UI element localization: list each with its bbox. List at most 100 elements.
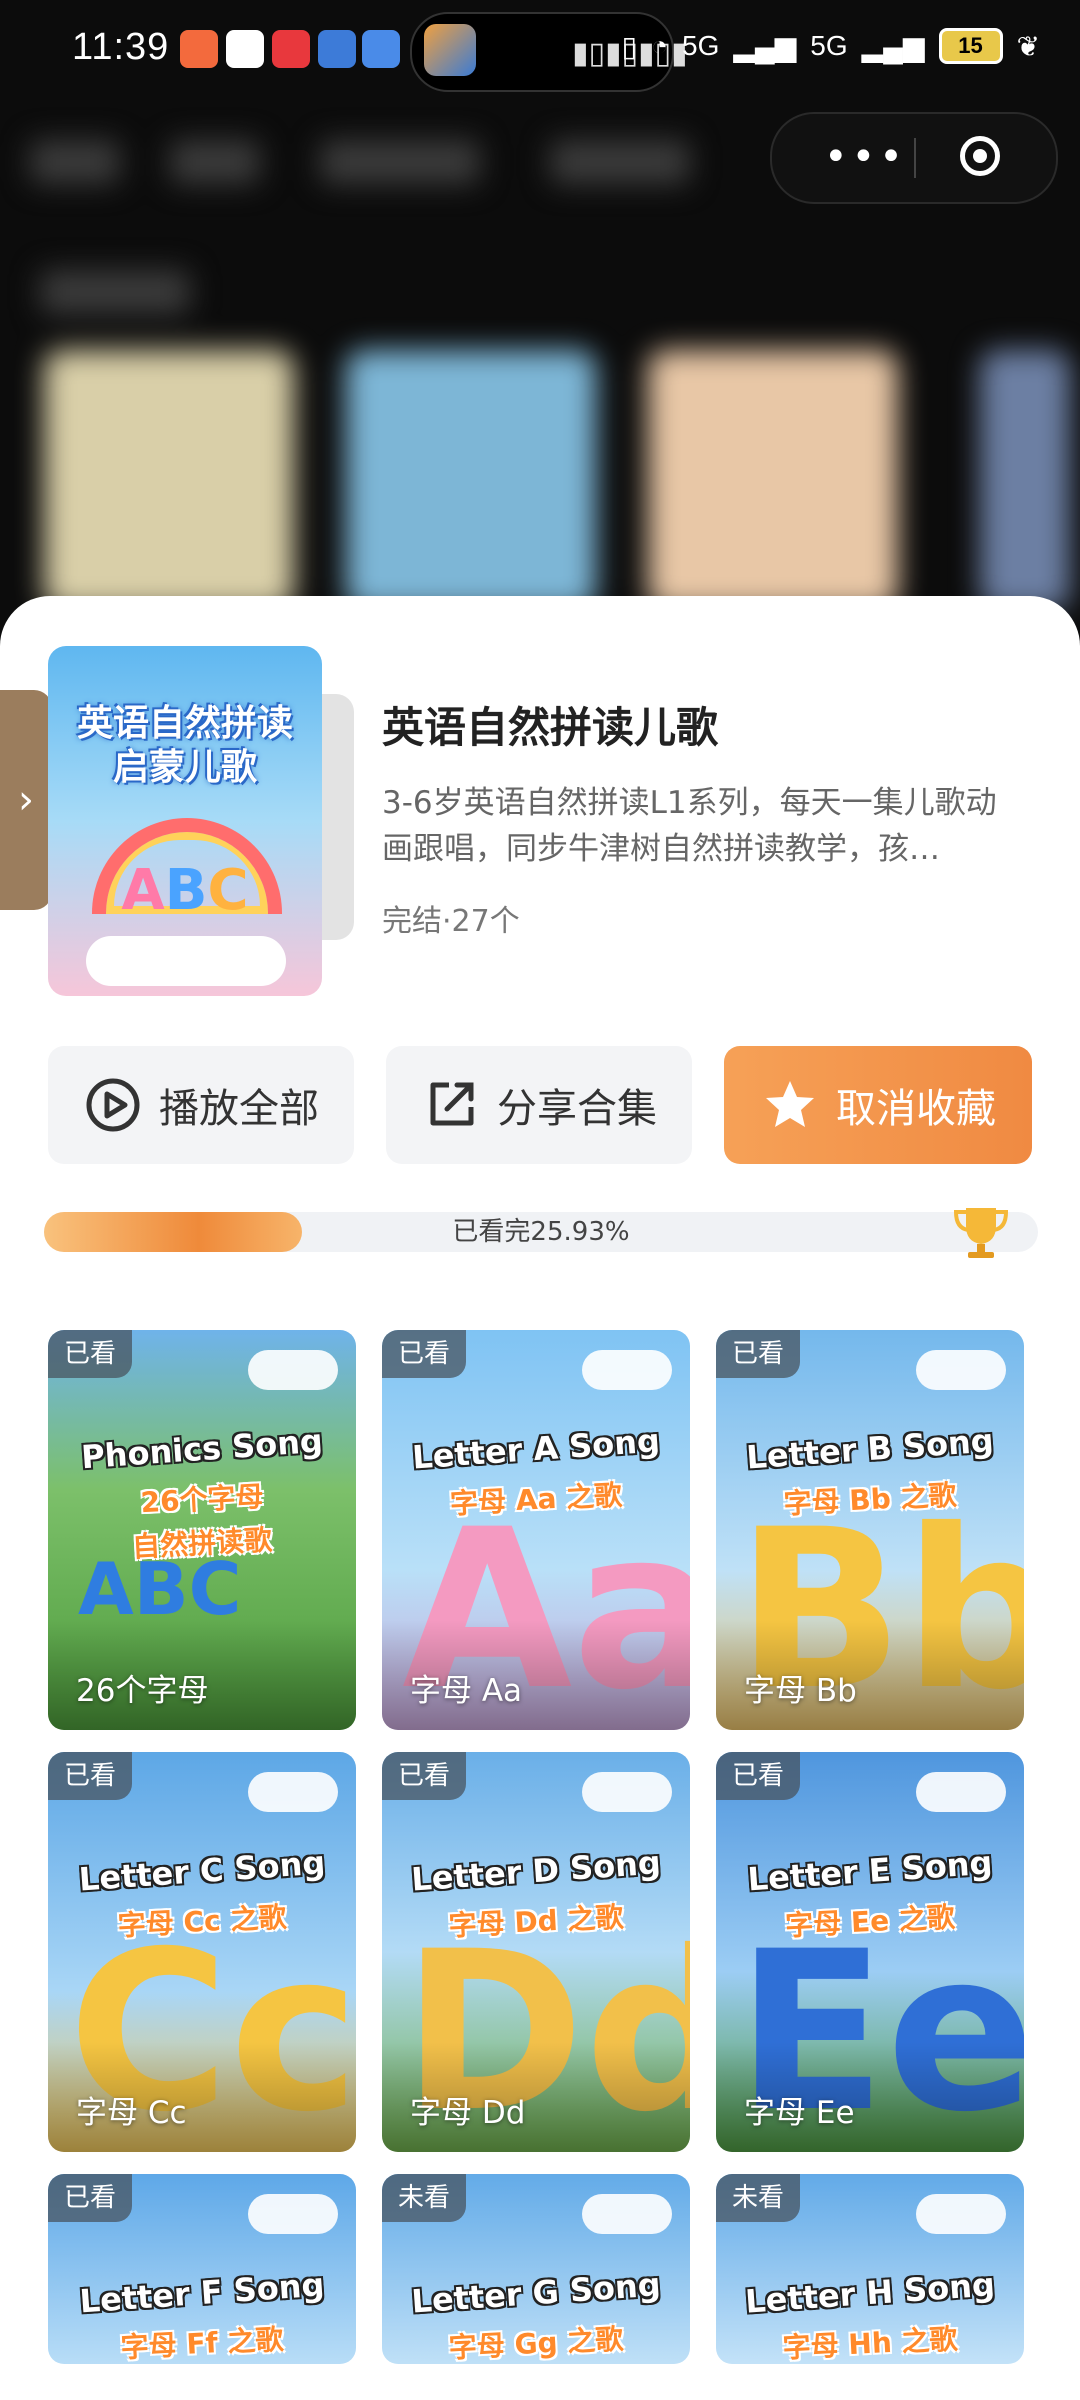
- unfavorite-label: 取消收藏: [836, 1086, 996, 1132]
- bg-tab: [170, 140, 260, 184]
- cloud-graphic: [248, 1350, 338, 1390]
- bg-card: [648, 350, 898, 610]
- cover-letter-c: C: [207, 858, 249, 923]
- network-label-2: 5G: [810, 30, 848, 61]
- collection-meta: 完结·27个: [382, 904, 520, 939]
- episode-song-title: Letter G Song: [410, 2265, 662, 2321]
- play-circle-icon: [86, 1078, 140, 1132]
- status-bar: 11:39 ▮▯▮▯▮▯▮ ▯ ◔ 5G ▂▄▆ 5G ▂▄▆ 15 ❦: [0, 0, 1080, 100]
- episode-card[interactable]: Ee Letter E Song 字母 Ee 之歌 字母 Ee 已看: [716, 1752, 1024, 2152]
- cloud-graphic: [582, 1772, 672, 1812]
- episode-card[interactable]: Letter G Song 字母 Gg 之歌 未看: [382, 2174, 690, 2364]
- cloud-graphic: [248, 2194, 338, 2234]
- bg-card: [44, 350, 294, 610]
- episode-card[interactable]: Letter H Song 字母 Hh 之歌 未看: [716, 2174, 1024, 2364]
- progress-label: 已看完25.93%: [452, 1217, 630, 1247]
- episode-song-title: Letter H Song: [743, 2265, 996, 2321]
- episode-caption: 字母 Ee: [744, 2095, 855, 2131]
- upload-icon: [226, 30, 264, 68]
- cloud-graphic: [916, 1772, 1006, 1812]
- expand-handle[interactable]: ›: [0, 690, 52, 910]
- collection-description: 3-6岁英语自然拼读L1系列，每天一集儿歌动画跟唱，同步牛津树自然拼读教学，孩…: [382, 785, 997, 867]
- episode-song-title: Letter C Song: [77, 1843, 327, 1899]
- watched-status-badge: 已看: [716, 1752, 801, 1800]
- chevron-right-icon: ›: [18, 777, 34, 823]
- episode-caption: 字母 Cc: [76, 2095, 187, 2131]
- background-page-blurred: [0, 110, 1080, 610]
- episode-song-title: Letter E Song: [746, 1843, 994, 1899]
- notification-app-icon: [318, 30, 356, 68]
- episode-card[interactable]: Bb Letter B Song 字母 Bb 之歌 字母 Bb 已看: [716, 1330, 1024, 1730]
- episode-caption: 字母 Bb: [744, 1673, 857, 1709]
- episode-song-title: Letter B Song: [745, 1421, 995, 1477]
- episode-song-title: Letter F Song: [78, 2265, 326, 2321]
- vibrate-icon: ▯: [621, 30, 638, 62]
- share-icon: [430, 1082, 474, 1126]
- bg-tab: [550, 140, 690, 184]
- cloud-graphic: [582, 1350, 672, 1390]
- app-thumbnail-icon: [424, 24, 476, 76]
- episode-song-subtitle: 字母 Hh 之歌: [781, 2322, 959, 2364]
- cover-title-line2: 启蒙儿歌: [112, 747, 257, 788]
- episode-card[interactable]: Aa Letter A Song 字母 Aa 之歌 字母 Aa 已看: [382, 1330, 690, 1730]
- episode-song-title: Letter A Song: [411, 1421, 661, 1477]
- watched-status-badge: 未看: [382, 2174, 467, 2222]
- cover-letter-a: A: [121, 858, 165, 923]
- cover-letter-b: B: [164, 858, 208, 923]
- watched-status-badge: 未看: [716, 2174, 801, 2222]
- episode-song-subtitle: 字母 Ff 之歌: [119, 2322, 285, 2364]
- watched-status-badge: 已看: [716, 1330, 801, 1378]
- episode-caption: 26个字母: [76, 1673, 209, 1709]
- episode-song-title: Phonics Song: [80, 1421, 324, 1477]
- battery-level: 15: [958, 33, 983, 58]
- cloud-graphic: [86, 936, 286, 986]
- bg-card: [346, 350, 596, 610]
- share-label: 分享合集: [497, 1086, 657, 1132]
- watched-status-badge: 已看: [48, 1752, 133, 1800]
- cloud-graphic: [582, 2194, 672, 2234]
- cloud-graphic: [248, 1772, 338, 1812]
- bg-heading: [40, 270, 190, 314]
- play-all-label: 播放全部: [159, 1086, 319, 1132]
- watched-status-badge: 已看: [382, 1330, 467, 1378]
- play-all-button[interactable]: 播放全部: [48, 1046, 354, 1164]
- network-label: 5G: [682, 30, 720, 61]
- watched-status-badge: 已看: [382, 1752, 467, 1800]
- notification-app-icon: [272, 30, 310, 68]
- unfavorite-button[interactable]: 取消收藏: [724, 1046, 1032, 1164]
- cover-title-line1: 英语自然拼读: [76, 703, 293, 744]
- collection-sheet: › 英语自然拼读 启蒙儿歌 ABC 英语自然拼读儿歌 3-6岁英语自然拼读L1系…: [0, 596, 1080, 2400]
- collection-cover: 英语自然拼读 启蒙儿歌 ABC: [48, 646, 322, 996]
- battery-icon: 15: [938, 28, 1003, 64]
- cover-title: 英语自然拼读 启蒙儿歌: [48, 702, 322, 790]
- watched-status-badge: 已看: [48, 1330, 133, 1378]
- notification-app-icon: [362, 30, 400, 68]
- leaf-icon: ❦: [1016, 30, 1040, 62]
- watched-status-badge: 已看: [48, 2174, 133, 2222]
- share-collection-button[interactable]: 分享合集: [386, 1046, 692, 1164]
- signal-icon-2: ▂▄▆: [861, 30, 925, 62]
- status-right: ▯ ◔ 5G ▂▄▆ 5G ▂▄▆ 15 ❦: [622, 28, 1040, 64]
- episode-song-title: Letter D Song: [410, 1843, 662, 1899]
- episode-card[interactable]: Cc Letter C Song 字母 Cc 之歌 字母 Cc 已看: [48, 1752, 356, 2152]
- signal-icon: ▂▄▆: [733, 30, 797, 62]
- cover-letters: ABC: [48, 858, 322, 923]
- bg-tab: [320, 140, 480, 184]
- episode-card[interactable]: ABC Phonics Song 26个字母 自然拼读歌 26个字母 已看: [48, 1330, 356, 1730]
- cloud-graphic: [916, 1350, 1006, 1390]
- watch-progress-bar: 已看完25.93%: [44, 1212, 1038, 1252]
- episode-caption: 字母 Dd: [410, 2095, 526, 2131]
- status-time: 11:39: [72, 26, 170, 68]
- episode-card[interactable]: Letter F Song 字母 Ff 之歌 已看: [48, 2174, 356, 2364]
- trophy-icon: [953, 1208, 1009, 1258]
- bg-tab: [30, 140, 120, 184]
- bg-card: [980, 350, 1070, 610]
- collection-title: 英语自然拼读儿歌: [382, 703, 719, 752]
- notification-app-icon: [180, 30, 218, 68]
- episode-caption: 字母 Aa: [410, 1673, 523, 1709]
- episode-song-subtitle: 字母 Gg 之歌: [448, 2322, 625, 2364]
- wifi-icon: ◔: [651, 30, 668, 61]
- episode-card[interactable]: Dd Letter D Song 字母 Dd 之歌 字母 Dd 已看: [382, 1752, 690, 2152]
- cloud-graphic: [916, 2194, 1006, 2234]
- star-icon: [766, 1081, 814, 1127]
